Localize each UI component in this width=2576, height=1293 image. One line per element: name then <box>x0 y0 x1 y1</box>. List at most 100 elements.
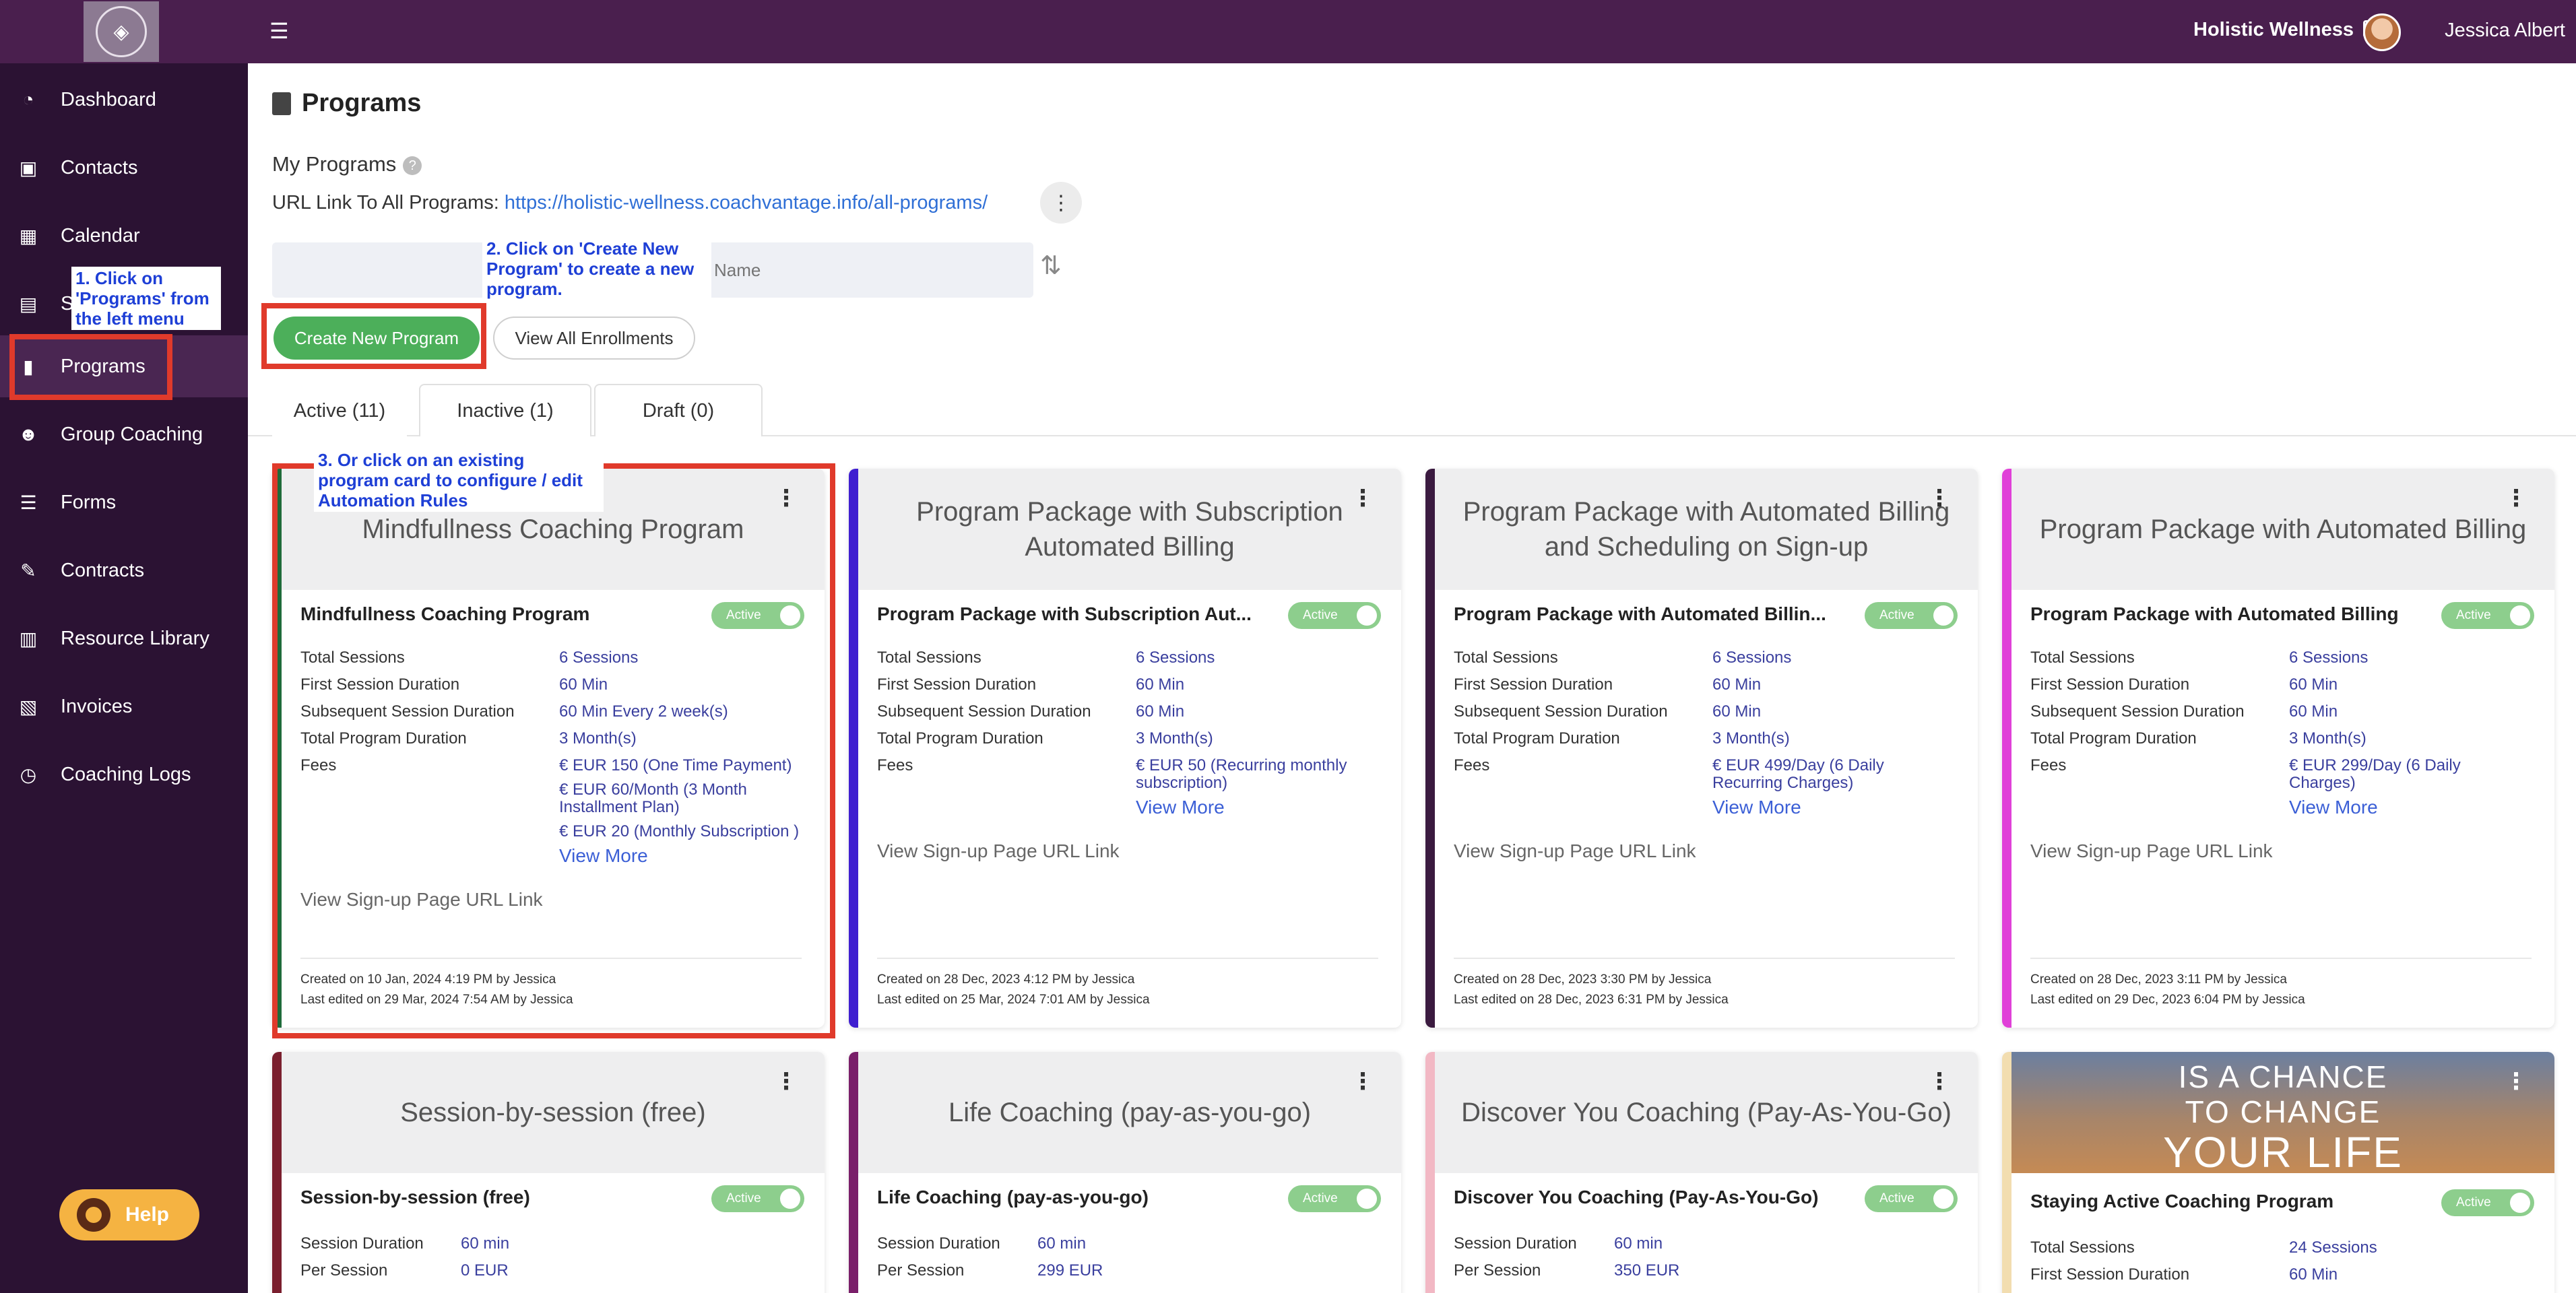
status-toggle[interactable]: Active <box>2441 602 2534 629</box>
menu-toggle-icon[interactable]: ☰ <box>269 20 291 42</box>
signup-url-link[interactable]: View Sign-up Page URL Link <box>877 840 1389 862</box>
help-label: Help <box>125 1203 170 1226</box>
detail-row: First Session Duration 60 Min <box>1454 676 1966 694</box>
all-programs-link[interactable]: https://holistic-wellness.coachvantage.i… <box>505 192 988 213</box>
card-menu-icon[interactable]: ⋮ <box>1928 485 1951 512</box>
url-options-button[interactable]: ⋮ <box>1040 182 1082 224</box>
help-question-icon[interactable]: ? <box>403 156 422 175</box>
card-title: Life Coaching (pay-as-you-go) <box>877 1187 1149 1207</box>
sidebar-item-label: Calendar <box>61 224 140 246</box>
program-card[interactable]: IS A CHANCE TO CHANGE YOUR LIFE ⋮ Stayin… <box>2002 1052 2554 1293</box>
view-more-link[interactable]: View More <box>1712 798 1955 817</box>
detail-row: Session Duration 60 min <box>300 1235 812 1253</box>
program-card[interactable]: Session-by-session (free) ⋮ Session-by-s… <box>272 1052 825 1293</box>
detail-value: 24 Sessions <box>2289 1238 2377 1257</box>
sidebar-item-label: Dashboard <box>61 88 156 110</box>
status-toggle[interactable]: Active <box>711 1185 804 1212</box>
sidebar-item-contacts[interactable]: ▣ Contacts <box>0 137 248 199</box>
sidebar-item-label: Forms <box>61 491 117 513</box>
account-brand-name[interactable]: Holistic Wellness <box>2193 19 2354 41</box>
detail-row: Total Program Duration 3 Month(s) <box>1454 730 1966 748</box>
contract-icon: ✎ <box>20 560 36 581</box>
created-info: Created on 28 Dec, 2023 3:30 PM by Jessi… <box>1454 972 1712 987</box>
sidebar-item-group-coaching[interactable]: ☻ Group Coaching <box>0 403 248 465</box>
fees-list: € EUR 499/Day (6 Daily Recurring Charges… <box>1712 757 1955 823</box>
status-toggle[interactable]: Active <box>1865 1185 1958 1212</box>
sidebar-item-invoices[interactable]: ▧ Invoices <box>0 675 248 737</box>
card-menu-icon[interactable]: ⋮ <box>1928 1068 1951 1095</box>
card-menu-icon[interactable]: ⋮ <box>2505 485 2527 512</box>
status-toggle[interactable]: Active <box>1288 602 1381 629</box>
filter-box[interactable] <box>272 242 494 298</box>
program-card[interactable]: Discover You Coaching (Pay-As-You-Go) ⋮ … <box>1425 1052 1978 1293</box>
view-all-enrollments-button[interactable]: View All Enrollments <box>493 317 695 360</box>
book-icon <box>272 92 291 115</box>
detail-value: 299 EUR <box>1037 1261 1103 1280</box>
name-filter-input[interactable] <box>707 242 1033 298</box>
edited-info: Last edited on 29 Dec, 2023 6:04 PM by J… <box>2030 993 2305 1007</box>
program-card[interactable]: Program Package with Subscription Automa… <box>849 469 1401 1028</box>
fees-row: Fees € EUR 50 (Recurring monthly subscrip… <box>877 757 1389 823</box>
card-title: Session-by-session (free) <box>300 1187 530 1207</box>
detail-value: 350 EUR <box>1614 1261 1680 1280</box>
detail-row: Session Duration 60 min <box>1454 1235 1966 1253</box>
detail-row: Subsequent Session Duration 60 Min <box>2030 703 2542 721</box>
detail-row: Total Sessions 24 Sessions <box>2030 1239 2542 1257</box>
sidebar-item-contracts[interactable]: ✎ Contracts <box>0 539 248 601</box>
tab-active[interactable]: Active (11) <box>272 384 407 436</box>
section-title-text: My Programs <box>272 152 397 176</box>
sidebar-item-forms[interactable]: ☰ Forms <box>0 471 248 533</box>
sidebar-item-dashboard[interactable]: ◔ Dashboard <box>0 69 248 131</box>
card-details: Session Duration 60 min Per Session 299 EU… <box>877 1235 1389 1289</box>
card-menu-icon[interactable]: ⋮ <box>2505 1068 2527 1095</box>
detail-label: Subsequent Session Duration <box>1454 702 1668 721</box>
fee-item: € EUR 299/Day (6 Daily Charges) <box>2289 756 2461 792</box>
program-card[interactable]: Program Package with Automated Billing a… <box>1425 469 1978 1028</box>
detail-label: Total Sessions <box>1454 649 1558 667</box>
detail-row: First Session Duration 60 Min <box>2030 1266 2542 1284</box>
card-header: Program Package with Subscription Automa… <box>858 469 1401 590</box>
card-menu-icon[interactable]: ⋮ <box>775 1068 798 1095</box>
detail-value: 6 Sessions <box>2289 649 2369 667</box>
company-logo[interactable]: ◈ <box>84 1 159 62</box>
detail-label: Fees <box>2030 756 2067 774</box>
view-more-link[interactable]: View More <box>2289 798 2532 817</box>
sidebar-item-coaching-logs[interactable]: ◷ Coaching Logs <box>0 743 248 805</box>
sidebar: ◔Dashboard ▣Contacts ▦Calendar ▤Sc ▮Prog… <box>0 63 248 1293</box>
avatar[interactable] <box>2363 13 2401 51</box>
detail-value: 60 Min <box>2289 675 2338 694</box>
sort-icon[interactable]: ⇅ <box>1040 251 1062 281</box>
detail-value: 60 Min <box>1712 702 1762 721</box>
sidebar-item-calendar[interactable]: ▦ Calendar <box>0 205 248 267</box>
card-menu-icon[interactable]: ⋮ <box>1351 1068 1374 1095</box>
view-more-link[interactable]: View More <box>1136 798 1378 817</box>
page-title-text: Programs <box>302 89 422 117</box>
card-details: Total Sessions 24 Sessions First Session … <box>2030 1239 2542 1293</box>
status-toggle[interactable]: Active <box>2441 1189 2534 1216</box>
tab-inactive[interactable]: Inactive (1) <box>419 384 591 436</box>
detail-value: 60 min <box>1614 1234 1663 1253</box>
calendar-icon: ▦ <box>19 225 38 246</box>
card-color-strip <box>272 1052 282 1293</box>
signup-url-link[interactable]: View Sign-up Page URL Link <box>2030 840 2542 862</box>
detail-label: First Session Duration <box>2030 675 2190 694</box>
logo-mark-icon: ◈ <box>96 6 147 57</box>
card-menu-icon[interactable]: ⋮ <box>1351 485 1374 512</box>
status-toggle[interactable]: Active <box>1865 602 1958 629</box>
status-toggle[interactable]: Active <box>1288 1185 1381 1212</box>
help-button[interactable]: Help <box>59 1189 199 1240</box>
detail-label: Total Program Duration <box>1454 729 1620 748</box>
detail-value: 60 Min <box>1136 702 1185 721</box>
sidebar-item-resource-library[interactable]: ▥ Resource Library <box>0 607 248 669</box>
clock-icon: ◷ <box>20 764 37 785</box>
signup-url-link[interactable]: View Sign-up Page URL Link <box>1454 840 1966 862</box>
user-name[interactable]: Jessica Albert <box>2445 20 2565 42</box>
program-card[interactable]: Life Coaching (pay-as-you-go) ⋮ Life Coa… <box>849 1052 1401 1293</box>
detail-label: Total Sessions <box>877 649 981 667</box>
url-label: URL Link To All Programs: <box>272 192 499 213</box>
card-color-strip <box>849 469 858 1028</box>
program-card[interactable]: Program Package with Automated Billing ⋮… <box>2002 469 2554 1028</box>
detail-row: Subsequent Session Duration 60 Min <box>1454 703 1966 721</box>
tab-draft[interactable]: Draft (0) <box>594 384 763 436</box>
section-title: My Programs? <box>272 152 422 176</box>
